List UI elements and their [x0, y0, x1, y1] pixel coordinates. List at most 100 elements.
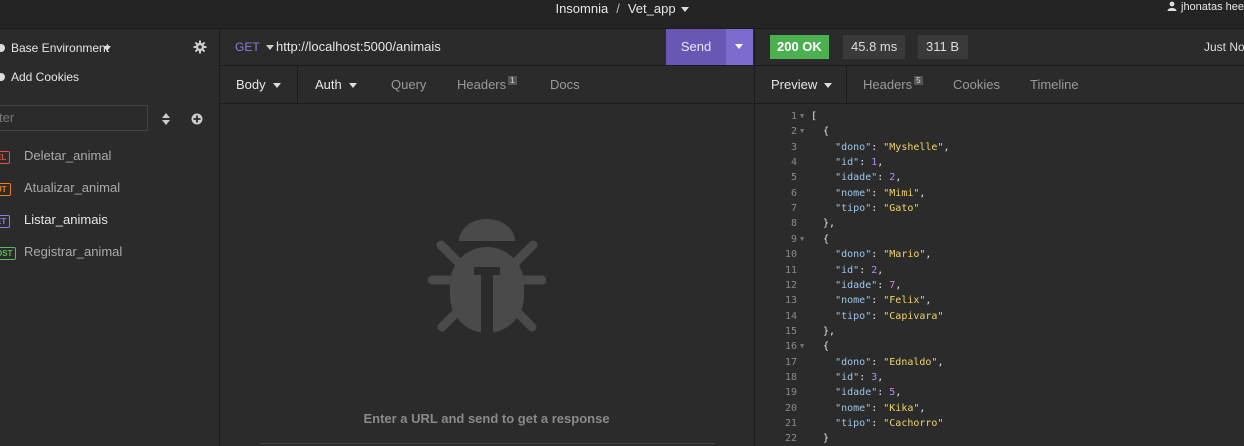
code-token: , [937, 356, 944, 368]
tab-query[interactable]: Query [391, 66, 426, 103]
sidebar-request-registrar[interactable]: OST Registrar_animal [0, 243, 219, 263]
code-token: "dono" [835, 249, 872, 261]
chevron-down-icon [348, 83, 357, 89]
add-cookies-button[interactable]: Add Cookies [0, 69, 210, 85]
code-token: { [811, 341, 830, 353]
request-name: Atualizar_animal [24, 180, 121, 195]
code-line: 21 "tipo": "Cachorro" [755, 416, 1244, 431]
sidebar-request-listar[interactable]: ET Listar_animais [0, 211, 219, 231]
line-number: 11 [784, 264, 797, 276]
code-token: "dono" [835, 141, 872, 153]
tab-label: Preview [771, 77, 818, 92]
tab-label: Auth [315, 77, 342, 92]
fold-arrow-icon[interactable]: ▼ [800, 232, 804, 247]
method-selector[interactable]: GET [235, 40, 274, 54]
breadcrumb[interactable]: Insomnia / Vet_app [0, 0, 1244, 20]
code-text: }, [811, 216, 835, 231]
code-line: 10 "dono": "Mario", [755, 247, 1244, 262]
line-number: 3 [790, 141, 797, 153]
tab-preview[interactable]: Preview [755, 66, 847, 103]
filter-input[interactable] [0, 106, 139, 125]
tab-cookies[interactable]: Cookies [953, 66, 1000, 103]
code-token: : [877, 279, 890, 291]
tab-label: Headers [457, 77, 507, 92]
count-badge: 1 [508, 76, 517, 85]
code-token: "Cachorro" [883, 418, 944, 429]
send-options-button[interactable] [726, 29, 753, 65]
code-token: "tipo" [835, 418, 872, 429]
workspace-name[interactable]: Vet_app [628, 1, 676, 16]
code-token: "idade" [835, 279, 878, 291]
environment-selector[interactable]: Base Environment [0, 40, 210, 56]
code-token: "tipo" [835, 203, 872, 215]
response-body[interactable]: 1 ▼[2 ▼ {3 "dono": "Myshelle", 4 "id": 1, 5 … [754, 104, 1244, 446]
code-token: : [871, 141, 884, 153]
url-bar: GET http://localhost:5000/animais Send [220, 29, 753, 66]
chevron-down-icon[interactable] [680, 7, 689, 13]
send-button[interactable]: Send [666, 29, 726, 65]
code-token: : [871, 295, 884, 307]
cookie-dot-icon [0, 73, 5, 81]
line-number: 6 [790, 187, 797, 199]
add-circle-icon[interactable] [191, 113, 203, 125]
tab-headers[interactable]: Headers 1 [457, 66, 517, 103]
code-text: }, [811, 324, 835, 339]
response-status-bar: 200 OK 45.8 ms 311 B Just No [754, 29, 1244, 66]
code-line: 8 }, [755, 216, 1244, 231]
add-cookies-label: Add Cookies [11, 70, 80, 84]
fold-arrow-icon[interactable]: ▼ [800, 339, 804, 354]
user-name: jhonatas hee [1181, 1, 1244, 13]
code-token: { [811, 233, 830, 245]
line-number: 13 [784, 295, 797, 307]
fold-arrow-icon[interactable]: ▼ [800, 109, 804, 124]
method-badge: EL [0, 151, 11, 164]
code-token: "nome" [835, 295, 872, 307]
code-token: }, [811, 325, 836, 337]
code-token: , [877, 157, 884, 169]
gear-icon[interactable] [193, 40, 207, 54]
tab-body[interactable]: Body [220, 66, 298, 103]
code-text: "tipo": "Capivara" [811, 309, 943, 324]
code-token: "idade" [835, 172, 878, 184]
code-token: , [895, 279, 902, 291]
sort-icon[interactable] [161, 113, 171, 125]
title-bar: Insomnia / Vet_app jhonatas hee [0, 0, 1244, 29]
code-token: : [871, 402, 884, 414]
url-input[interactable]: http://localhost:5000/animais [276, 39, 441, 54]
code-line: 12 "idade": 7, [755, 278, 1244, 293]
tab-label: Body [236, 77, 266, 92]
code-token: "tipo" [835, 310, 872, 322]
filter-field[interactable] [0, 105, 148, 131]
code-text: { [811, 232, 829, 247]
code-line: 19 "idade": 5, [755, 385, 1244, 400]
sidebar-request-atualizar[interactable]: UT Atualizar_animal [0, 179, 219, 199]
code-line: 15 }, [755, 324, 1244, 339]
line-number: 9 [790, 233, 797, 245]
tab-docs[interactable]: Docs [550, 66, 580, 103]
user-menu[interactable]: jhonatas hee [1167, 0, 1244, 18]
tab-auth[interactable]: Auth [315, 66, 357, 103]
code-text: [ [811, 109, 817, 124]
environment-dot-icon [0, 44, 5, 52]
status-text: 200 OK [777, 39, 822, 54]
count-badge: 5 [914, 76, 923, 85]
code-token: } [811, 433, 830, 445]
code-line: 4 "id": 1, [755, 155, 1244, 170]
fold-arrow-icon[interactable]: ▼ [800, 124, 804, 139]
code-text: "dono": "Ednaldo", [811, 355, 943, 370]
tab-timeline[interactable]: Timeline [1030, 66, 1079, 103]
line-number: 19 [784, 387, 797, 399]
tab-response-headers[interactable]: Headers 5 [863, 66, 923, 103]
request-tabs: Body Auth Query Headers 1 Docs [220, 66, 753, 104]
code-token: "Felix" [883, 295, 926, 307]
code-token: "id" [835, 264, 860, 276]
size-badge: 311 B [918, 35, 968, 59]
code-line: 5 "idade": 2, [755, 170, 1244, 185]
code-token: , [877, 264, 884, 276]
code-line: 3 "dono": "Myshelle", [755, 140, 1244, 155]
chevron-down-icon [272, 83, 281, 89]
sidebar-request-deletar[interactable]: EL Deletar_animal [0, 147, 219, 167]
